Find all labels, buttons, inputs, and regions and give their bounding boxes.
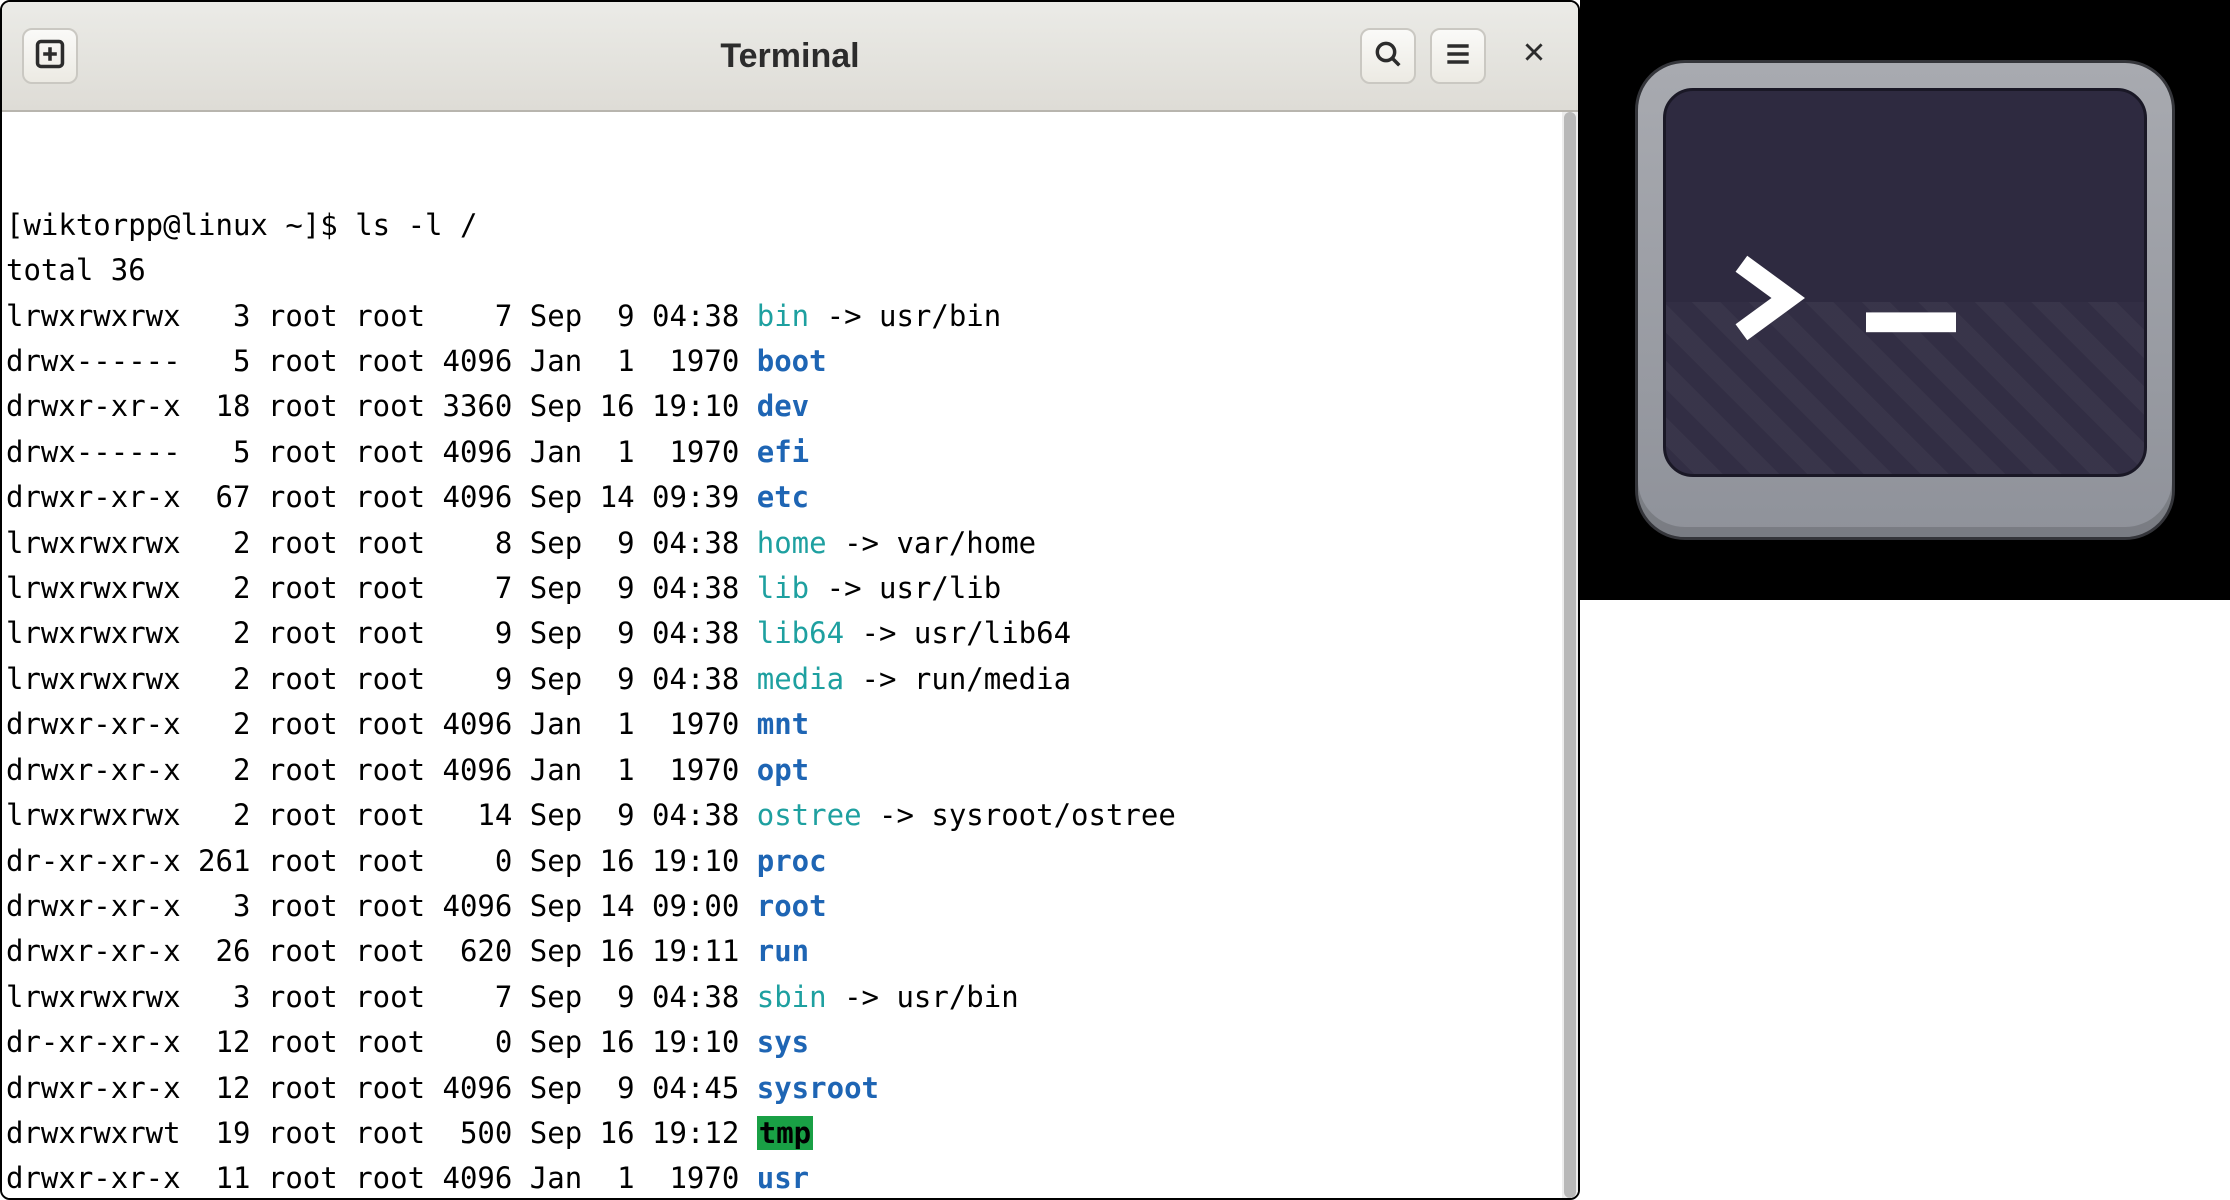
entry-name: boot xyxy=(757,344,827,378)
entry-name: home xyxy=(757,526,827,560)
app-icon-panel xyxy=(1580,0,2230,600)
symlink-target: usr/bin xyxy=(879,299,1001,333)
search-icon xyxy=(1372,38,1404,74)
total-line: total 36 xyxy=(6,253,146,287)
search-button[interactable] xyxy=(1360,28,1416,84)
terminal-window: Terminal xyxy=(0,0,1580,1200)
symlink-arrow: -> xyxy=(809,571,879,605)
terminal-app-icon xyxy=(1635,60,2175,540)
symlink-arrow: -> xyxy=(827,980,897,1014)
entry-name: tmp xyxy=(757,1116,813,1150)
ls-entry: drwxrwxrwt 19 root root 500 Sep 16 19:12 xyxy=(6,1116,757,1150)
symlink-arrow: -> xyxy=(844,616,914,650)
entry-name: efi xyxy=(757,435,809,469)
ls-entry: drwxr-xr-x 26 root root 620 Sep 16 19:11 xyxy=(6,934,757,968)
entry-name: proc xyxy=(757,844,827,878)
entry-name: sys xyxy=(757,1025,809,1059)
window-title: Terminal xyxy=(720,37,859,76)
ls-entry: lrwxrwxrwx 2 root root 8 Sep 9 04:38 xyxy=(6,526,757,560)
symlink-arrow: -> xyxy=(809,299,879,333)
titlebar: Terminal xyxy=(2,2,1578,112)
menu-button[interactable] xyxy=(1430,28,1486,84)
symlink-target: usr/lib64 xyxy=(914,616,1071,650)
symlink-target: run/media xyxy=(914,662,1071,696)
ls-entry: dr-xr-xr-x 261 root root 0 Sep 16 19:10 xyxy=(6,844,757,878)
ls-entry: lrwxrwxrwx 2 root root 9 Sep 9 04:38 xyxy=(6,662,757,696)
symlink-arrow: -> xyxy=(844,662,914,696)
hamburger-icon xyxy=(1442,38,1474,74)
ls-entry: drwxr-xr-x 3 root root 4096 Sep 14 09:00 xyxy=(6,889,757,923)
entry-name: sysroot xyxy=(757,1071,879,1105)
symlink-target: sysroot/ostree xyxy=(931,798,1175,832)
ls-entry: drwxr-xr-x 2 root root 4096 Jan 1 1970 xyxy=(6,707,757,741)
symlink-target: usr/bin xyxy=(896,980,1018,1014)
entry-name: lib xyxy=(757,571,809,605)
entry-name: run xyxy=(757,934,809,968)
scrollbar[interactable] xyxy=(1562,112,1578,1198)
scroll-thumb[interactable] xyxy=(1564,112,1576,1198)
close-button[interactable] xyxy=(1510,32,1558,80)
titlebar-controls xyxy=(1360,28,1558,84)
entry-name: ostree xyxy=(757,798,862,832)
ls-entry: drwx------ 5 root root 4096 Jan 1 1970 xyxy=(6,435,757,469)
plus-icon xyxy=(33,37,67,75)
command-text: ls -l / xyxy=(355,208,477,242)
entry-name: root xyxy=(757,889,827,923)
ls-entry: lrwxrwxrwx 3 root root 7 Sep 9 04:38 xyxy=(6,980,757,1014)
entry-name: usr xyxy=(757,1161,809,1195)
entry-name: opt xyxy=(757,753,809,787)
terminal-output[interactable]: [wiktorpp@linux ~]$ ls -l / total 36 lrw… xyxy=(2,112,1578,1198)
ls-entry: drwxr-xr-x 18 root root 3360 Sep 16 19:1… xyxy=(6,389,757,423)
symlink-arrow: -> xyxy=(827,526,897,560)
new-tab-button[interactable] xyxy=(22,28,78,84)
entry-name: dev xyxy=(757,389,809,423)
ls-entry: lrwxrwxrwx 3 root root 7 Sep 9 04:38 xyxy=(6,299,757,333)
entry-name: media xyxy=(757,662,844,696)
prompt: [wiktorpp@linux ~]$ xyxy=(6,208,355,242)
ls-entry: drwxr-xr-x 11 root root 4096 Jan 1 1970 xyxy=(6,1161,757,1195)
ls-entry: dr-xr-xr-x 12 root root 0 Sep 16 19:10 xyxy=(6,1025,757,1059)
ls-entry: drwxr-xr-x 67 root root 4096 Sep 14 09:3… xyxy=(6,480,757,514)
entry-name: sbin xyxy=(757,980,827,1014)
symlink-target: var/home xyxy=(896,526,1036,560)
symlink-arrow: -> xyxy=(862,798,932,832)
ls-entry: drwx------ 5 root root 4096 Jan 1 1970 xyxy=(6,344,757,378)
ls-entry: drwxr-xr-x 2 root root 4096 Jan 1 1970 xyxy=(6,753,757,787)
symlink-target: usr/lib xyxy=(879,571,1001,605)
entry-name: etc xyxy=(757,480,809,514)
entry-name: mnt xyxy=(757,707,809,741)
ls-entry: lrwxrwxrwx 2 root root 9 Sep 9 04:38 xyxy=(6,616,757,650)
ls-entry: lrwxrwxrwx 2 root root 14 Sep 9 04:38 xyxy=(6,798,757,832)
close-icon xyxy=(1521,39,1547,73)
entry-name: bin xyxy=(757,299,809,333)
ls-entry: drwxr-xr-x 12 root root 4096 Sep 9 04:45 xyxy=(6,1071,757,1105)
entry-name: lib64 xyxy=(757,616,844,650)
ls-entry: lrwxrwxrwx 2 root root 7 Sep 9 04:38 xyxy=(6,571,757,605)
